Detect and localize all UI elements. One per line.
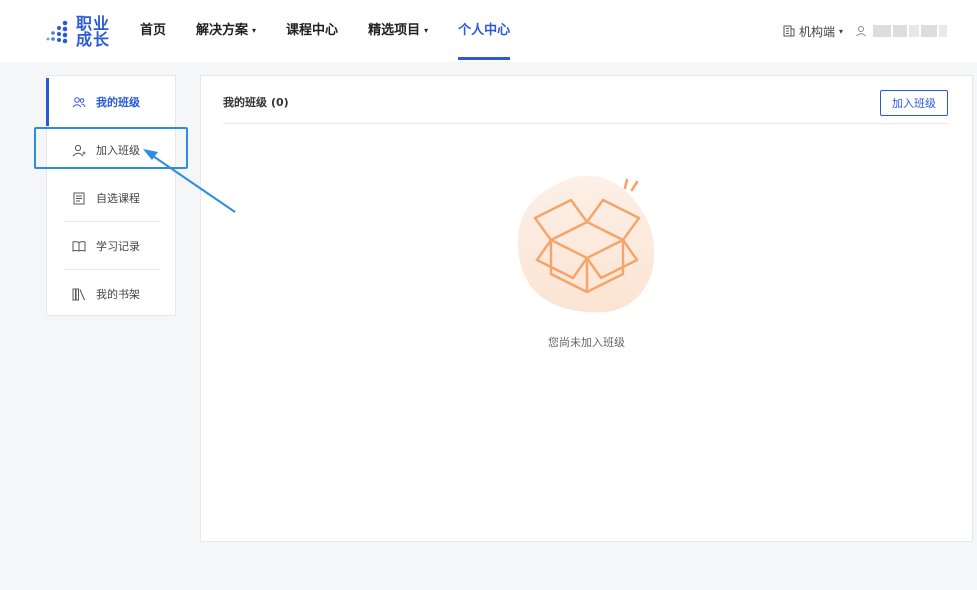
header-right: 机构端 ▾ bbox=[783, 0, 949, 62]
chevron-down-icon: ▾ bbox=[838, 26, 843, 36]
empty-box-illustration bbox=[517, 175, 655, 313]
sidebar-item-my-classes[interactable]: 我的班级 bbox=[46, 78, 175, 126]
nav-course-center[interactable]: 课程中心 bbox=[286, 0, 338, 62]
nav-course-center-label: 课程中心 bbox=[286, 23, 339, 38]
empty-state-text: 您尚未加入班级 bbox=[548, 336, 625, 349]
page-title-text: 我的班级 bbox=[223, 96, 267, 109]
nav-personal-center-label: 个人中心 bbox=[458, 23, 511, 38]
chevron-down-icon: ▾ bbox=[424, 26, 429, 35]
nav-solutions-label: 解决方案 bbox=[196, 23, 249, 38]
users-icon bbox=[72, 95, 86, 109]
annotation-highlight-box bbox=[34, 127, 188, 169]
org-switch[interactable]: 机构端 ▾ bbox=[783, 23, 843, 40]
sidebar: 我的班级 加入班级 自选课程 学习记录 我的书架 bbox=[46, 75, 176, 316]
main-nav: 首页 解决方案 ▾ 课程中心 精选项目 ▾ 个人中心 bbox=[140, 0, 540, 62]
sidebar-item-selected-courses[interactable]: 自选课程 bbox=[47, 174, 175, 222]
sidebar-item-label: 自选课程 bbox=[96, 192, 140, 205]
sidebar-item-label: 我的书架 bbox=[96, 288, 140, 301]
sidebar-item-study-records[interactable]: 学习记录 bbox=[47, 222, 175, 270]
document-icon bbox=[72, 191, 86, 205]
nav-personal-center[interactable]: 个人中心 bbox=[458, 0, 511, 62]
sidebar-item-label: 学习记录 bbox=[96, 240, 140, 253]
active-indicator bbox=[46, 78, 49, 126]
username-redacted[interactable] bbox=[873, 25, 949, 37]
top-navbar: 职业 成长 首页 解决方案 ▾ 课程中心 精选项目 ▾ 个人中心 机构端 ▾ bbox=[0, 0, 977, 62]
building-icon bbox=[783, 25, 795, 37]
nav-home-label: 首页 bbox=[140, 23, 167, 38]
main-panel: 我的班级 (0) 加入班级 您尚未加入班级 bbox=[200, 75, 973, 542]
logo-dots-icon bbox=[46, 20, 68, 44]
logo-line2: 成长 bbox=[76, 30, 111, 49]
logo[interactable]: 职业 成长 bbox=[46, 16, 126, 52]
join-class-button[interactable]: 加入班级 bbox=[880, 90, 948, 116]
nav-featured-projects[interactable]: 精选项目 ▾ bbox=[368, 0, 428, 62]
title-divider bbox=[223, 123, 948, 124]
logo-text: 职业 成长 bbox=[76, 16, 126, 48]
page-title: 我的班级 (0) bbox=[223, 94, 289, 110]
sidebar-item-label: 我的班级 bbox=[96, 96, 140, 109]
nav-solutions[interactable]: 解决方案 ▾ bbox=[196, 0, 256, 62]
sidebar-item-my-bookshelf[interactable]: 我的书架 bbox=[47, 270, 175, 318]
class-count: (0) bbox=[271, 96, 289, 109]
bookshelf-icon bbox=[72, 287, 86, 301]
user-icon[interactable] bbox=[855, 25, 867, 37]
book-open-icon bbox=[72, 239, 86, 253]
nav-featured-projects-label: 精选项目 bbox=[368, 23, 421, 38]
nav-home[interactable]: 首页 bbox=[140, 0, 166, 62]
chevron-down-icon: ▾ bbox=[252, 26, 257, 35]
org-label: 机构端 bbox=[798, 24, 835, 39]
active-tab-underline bbox=[458, 57, 511, 60]
